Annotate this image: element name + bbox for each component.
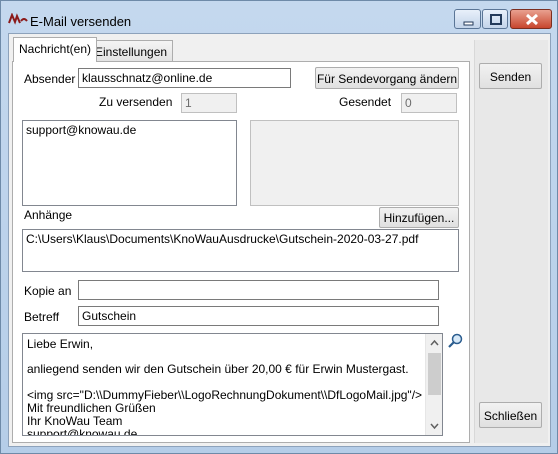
tab-einstellungen[interactable]: Einstellungen [89, 40, 174, 62]
kopie-an-label: Kopie an [24, 284, 72, 298]
body-scrollbar[interactable] [425, 334, 442, 435]
minimize-button[interactable] [454, 9, 481, 29]
send-button[interactable]: Senden [479, 63, 542, 89]
attachment-list[interactable]: C:\Users\Klaus\Documents\KnoWauAusdrucke… [22, 229, 459, 272]
list-item[interactable]: support@knowau.de [26, 123, 233, 137]
betreff-field[interactable]: Gutschein [78, 306, 439, 326]
kopie-an-field[interactable] [78, 280, 439, 300]
action-side-panel: Senden Schließen [474, 40, 548, 443]
zu-versenden-label: Zu versenden [99, 95, 173, 109]
window-title: E-Mail versenden [30, 14, 132, 29]
close-window-button[interactable] [510, 9, 552, 29]
absender-label: Absender [24, 72, 76, 86]
body-line: <img src="D:\\DummyFieber\\LogoRechnungD… [27, 388, 423, 402]
app-logo-icon [8, 13, 28, 25]
zoom-icon[interactable] [447, 332, 465, 350]
scroll-down-icon[interactable] [426, 418, 443, 434]
tab-nachrichten[interactable]: Nachricht(en) [13, 37, 98, 62]
change-sender-button[interactable]: Für Sendevorgang ändern [315, 67, 459, 89]
maximize-button[interactable] [482, 9, 508, 29]
scroll-up-icon[interactable] [426, 335, 443, 351]
absender-field[interactable]: klausschnatz@online.de [78, 68, 291, 88]
dialog-client-area: Nachricht(en) Einstellungen Absender kla… [8, 33, 551, 447]
minimize-icon [463, 21, 474, 26]
body-line: anliegend senden wir den Gutschein über … [27, 362, 409, 376]
gesendet-label: Gesendet [339, 95, 392, 109]
add-attachment-button[interactable]: Hinzufügen... [379, 207, 459, 228]
title-bar[interactable]: E-Mail versenden [1, 1, 557, 33]
nachrichten-tab-panel: Absender klausschnatz@online.de Für Send… [12, 61, 470, 443]
list-item[interactable]: C:\Users\Klaus\Documents\KnoWauAusdrucke… [26, 232, 455, 246]
email-dialog-window: E-Mail versenden Nachricht(en) Einstellu… [0, 0, 558, 454]
preview-area [250, 120, 459, 206]
zu-versenden-count: 1 [181, 93, 237, 113]
gesendet-count: 0 [401, 93, 457, 113]
body-line: Mit freundlichen Grüßen [27, 401, 156, 415]
close-icon [525, 13, 539, 26]
scroll-thumb[interactable] [428, 353, 441, 395]
body-line: Ihr KnoWau Team [27, 414, 123, 428]
body-line: support@knowau.de [27, 427, 138, 436]
recipient-list[interactable]: support@knowau.de [22, 120, 237, 206]
body-line: Liebe Erwin, [27, 337, 94, 351]
maximize-icon [490, 14, 502, 25]
anhaenge-label: Anhänge [24, 208, 73, 222]
betreff-label: Betreff [24, 310, 60, 324]
close-button[interactable]: Schließen [479, 402, 542, 428]
message-body-editor[interactable]: Liebe Erwin, anliegend senden wir den Gu… [22, 333, 443, 436]
